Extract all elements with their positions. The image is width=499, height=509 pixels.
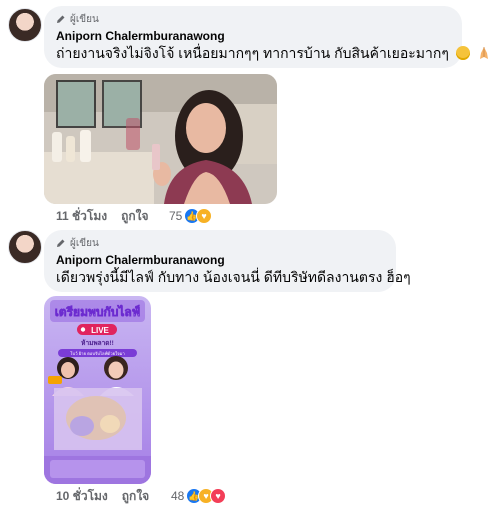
author-role: ผู้เขียน — [56, 236, 384, 250]
like-button[interactable]: ถูกใจ — [122, 487, 149, 506]
pencil-icon — [57, 15, 65, 23]
author-role: ผู้เขียน — [56, 12, 450, 26]
comment-age[interactable]: 11 ชั่วโมง — [56, 207, 107, 226]
praying-hands-emoji — [477, 46, 491, 60]
avatar[interactable] — [8, 8, 42, 42]
comment-photo[interactable] — [44, 74, 277, 204]
love-reaction-icon: ♥ — [210, 488, 226, 504]
comment-meta: 10 ชั่วโมง ถูกใจ 48 👍 ♥ ♥ — [56, 488, 286, 504]
care-reaction-icon: ♥ — [196, 208, 212, 224]
reaction-icons[interactable]: 👍 ♥ ♥ — [186, 488, 226, 504]
comment-body: เดียวพรุ่งนี้มีไลฟ์ กับทาง น้องเจนนี่ ดี… — [56, 269, 411, 285]
live-announcement-poster: เตรียมพบกับไลฟ์ LIVE ห้ามพลาด!! โบว์ ฝ้า… — [44, 296, 151, 484]
poster-live-badge: LIVE — [91, 326, 109, 335]
comment-bubble: ผู้เขียน Aniporn Chalermburanawong เดียว… — [44, 230, 411, 292]
avatar[interactable] — [8, 230, 42, 264]
reaction-count[interactable]: 75 — [169, 209, 182, 223]
comment-age[interactable]: 10 ชั่วโมง — [56, 487, 108, 506]
photo-woman-holding-product — [44, 74, 277, 204]
comment-body: ถ่ายงานจริงไม่จิงโจ้ เหนื่อยมากๆๆ ทาการบ… — [56, 45, 449, 61]
like-button[interactable]: ถูกใจ — [121, 207, 148, 226]
role-label: ผู้เขียน — [70, 237, 99, 249]
poster-headline: เตรียมพบกับไลฟ์ — [55, 304, 141, 319]
author-name[interactable]: Aniporn Chalermburanawong — [56, 28, 450, 44]
comment-bubble: ผู้เขียน Aniporn Chalermburanawong ถ่ายง… — [44, 6, 488, 68]
comment-text: ถ่ายงานจริงไม่จิงโจ้ เหนื่อยมากๆๆ ทาการบ… — [56, 44, 488, 62]
author-name[interactable]: Aniporn Chalermburanawong — [56, 252, 384, 268]
reaction-icons[interactable]: 👍 ♥ — [184, 208, 212, 224]
role-label: ผู้เขียน — [70, 13, 99, 25]
pleading-face-emoji — [455, 46, 470, 60]
comment-photo[interactable]: เตรียมพบกับไลฟ์ LIVE ห้ามพลาด!! โบว์ ฝ้า… — [44, 296, 151, 484]
poster-banner: โบว์ ฝ้าย ตอบรับไลฟ์ด้วยใจมา — [70, 350, 124, 356]
pencil-icon — [57, 239, 65, 247]
reaction-count[interactable]: 48 — [171, 489, 184, 503]
comment-meta: 11 ชั่วโมง ถูกใจ 75 👍 ♥ — [56, 208, 256, 224]
poster-subline: ห้ามพลาด!! — [81, 338, 114, 347]
